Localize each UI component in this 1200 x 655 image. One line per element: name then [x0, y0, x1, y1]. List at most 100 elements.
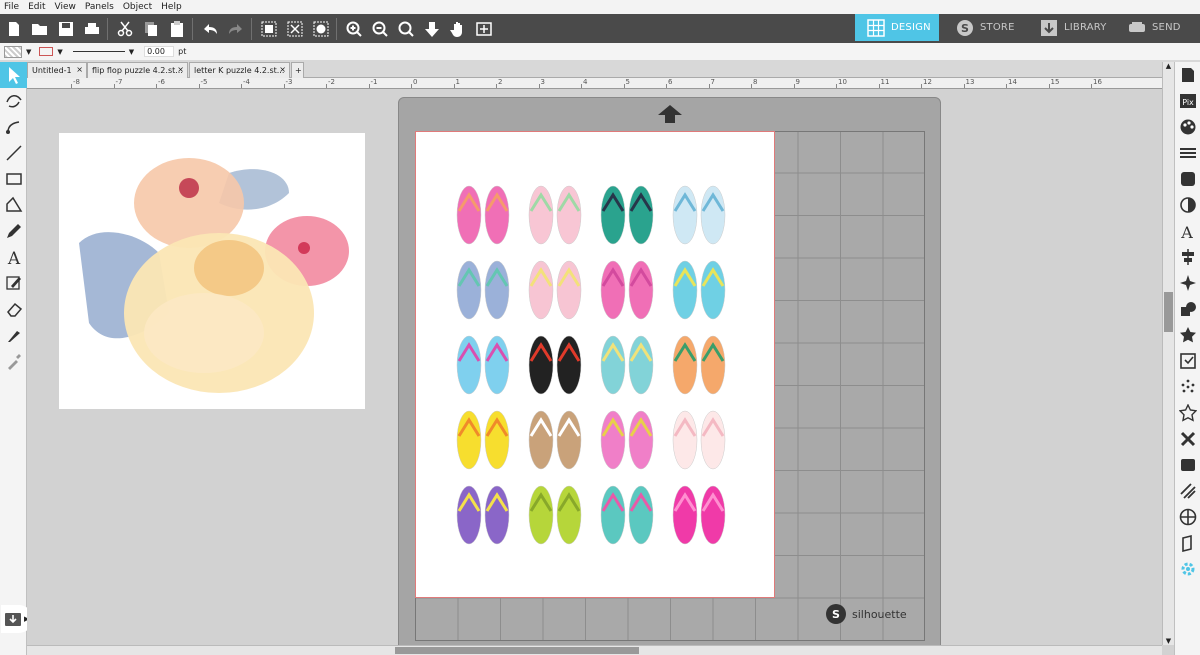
- new-file-icon[interactable]: [1, 17, 26, 41]
- flip-flop-pair[interactable]: [528, 185, 582, 245]
- flip-flop-pair[interactable]: [672, 260, 726, 320]
- menu-file[interactable]: File: [4, 2, 19, 12]
- move-down-icon[interactable]: [419, 17, 444, 41]
- print-icon[interactable]: [79, 17, 104, 41]
- flip-flop-pair[interactable]: [528, 260, 582, 320]
- line-width-input[interactable]: 0.00: [144, 46, 175, 57]
- page-setup-icon[interactable]: [1175, 62, 1200, 88]
- new-tab-button[interactable]: +: [291, 62, 304, 78]
- close-icon[interactable]: ×: [177, 65, 184, 74]
- flip-flop-pair[interactable]: [600, 185, 654, 245]
- knife-tool-icon[interactable]: [0, 322, 27, 348]
- zoom-select-icon[interactable]: [393, 17, 418, 41]
- copy-icon[interactable]: [138, 17, 163, 41]
- 3d-box-icon[interactable]: [1175, 530, 1200, 556]
- chevron-down-icon[interactable]: ▼: [26, 48, 31, 56]
- nest-icon[interactable]: [1175, 426, 1200, 452]
- group-icon[interactable]: [256, 17, 281, 41]
- flip-flop-pair[interactable]: [456, 185, 510, 245]
- flip-flop-pair[interactable]: [600, 485, 654, 545]
- undo-icon[interactable]: [197, 17, 222, 41]
- flip-flop-pair[interactable]: [528, 410, 582, 470]
- menu-edit[interactable]: Edit: [28, 2, 45, 12]
- menu-help[interactable]: Help: [161, 2, 182, 12]
- paste-icon[interactable]: [164, 17, 189, 41]
- polygon-tool-icon[interactable]: [0, 192, 27, 218]
- warp-icon[interactable]: [1175, 504, 1200, 530]
- zoom-in-icon[interactable]: [341, 17, 366, 41]
- menu-panels[interactable]: Panels: [85, 2, 114, 12]
- pencil-tool-icon[interactable]: [0, 218, 27, 244]
- flip-flop-pair[interactable]: [528, 335, 582, 395]
- fit-page-icon[interactable]: [471, 17, 496, 41]
- library-star-icon[interactable]: [1175, 400, 1200, 426]
- modify-icon[interactable]: [1175, 296, 1200, 322]
- offset-icon[interactable]: [1175, 322, 1200, 348]
- rectangle-tool-icon[interactable]: [0, 166, 27, 192]
- cut-icon[interactable]: [112, 17, 137, 41]
- flip-flop-pair[interactable]: [456, 485, 510, 545]
- fill-pattern-icon[interactable]: [1175, 166, 1200, 192]
- flip-flop-pair[interactable]: [456, 260, 510, 320]
- chevron-down-icon[interactable]: ▼: [57, 48, 62, 56]
- pan-hand-icon[interactable]: [445, 17, 470, 41]
- save-icon[interactable]: [53, 17, 78, 41]
- close-icon[interactable]: ×: [76, 65, 83, 74]
- scroll-thumb[interactable]: [1164, 292, 1173, 332]
- tab-untitled[interactable]: Untitled-1 ×: [27, 62, 87, 78]
- hatch-icon[interactable]: [1175, 478, 1200, 504]
- ungroup-icon[interactable]: [282, 17, 307, 41]
- flip-flop-pair[interactable]: [456, 335, 510, 395]
- scroll-up-icon[interactable]: ▲: [1163, 62, 1174, 70]
- point-edit-icon[interactable]: [0, 88, 27, 114]
- draw-tool-icon[interactable]: [0, 270, 27, 296]
- tab-flip-flop[interactable]: flip flop puzzle 4.2.st... ×: [87, 62, 188, 78]
- zoom-out-icon[interactable]: [367, 17, 392, 41]
- line-tool-icon[interactable]: [0, 140, 27, 166]
- text-tool-icon[interactable]: A: [0, 244, 27, 270]
- tab-design[interactable]: DESIGN: [855, 14, 939, 41]
- settings-gear-icon[interactable]: [1175, 556, 1200, 582]
- vertical-scrollbar[interactable]: ▲ ▼: [1162, 62, 1174, 645]
- flower-artwork[interactable]: [59, 133, 365, 409]
- sketch-icon[interactable]: [1175, 374, 1200, 400]
- line-color-swatch[interactable]: [39, 47, 54, 56]
- flip-flop-pair[interactable]: [672, 335, 726, 395]
- tab-send[interactable]: SEND: [1128, 14, 1200, 41]
- fill-pattern-swatch[interactable]: [4, 45, 22, 58]
- flip-flop-pair[interactable]: [672, 185, 726, 245]
- flip-flop-pair[interactable]: [456, 410, 510, 470]
- flip-flop-pair[interactable]: [600, 260, 654, 320]
- open-folder-icon[interactable]: [27, 17, 52, 41]
- line-style-preview[interactable]: [72, 51, 125, 52]
- menu-view[interactable]: View: [55, 2, 76, 12]
- align-icon[interactable]: [1175, 244, 1200, 270]
- flip-flop-pair[interactable]: [672, 485, 726, 545]
- transparency-icon[interactable]: [1175, 192, 1200, 218]
- horizontal-scrollbar[interactable]: [27, 645, 1162, 655]
- trace-icon[interactable]: [1175, 348, 1200, 374]
- fill-palette-icon[interactable]: [308, 17, 333, 41]
- tab-library[interactable]: LIBRARY: [1040, 14, 1122, 41]
- flip-flop-pair[interactable]: [600, 410, 654, 470]
- menu-object[interactable]: Object: [123, 2, 152, 12]
- select-tool-icon[interactable]: [0, 62, 27, 88]
- tab-store[interactable]: S STORE: [956, 14, 1031, 41]
- flip-flop-pair[interactable]: [528, 485, 582, 545]
- flip-flop-pair[interactable]: [672, 410, 726, 470]
- flip-flop-pair[interactable]: [600, 335, 654, 395]
- eyedropper-tool-icon[interactable]: [0, 348, 27, 374]
- scroll-down-icon[interactable]: ▼: [1163, 637, 1174, 645]
- tab-letter-k[interactable]: letter K puzzle 4.2.st... ×: [189, 62, 290, 78]
- text-style-icon[interactable]: A: [1175, 218, 1200, 244]
- pixscan-icon[interactable]: Pix: [1175, 88, 1200, 114]
- replicate-icon[interactable]: [1175, 270, 1200, 296]
- design-store-icon[interactable]: [1175, 452, 1200, 478]
- scroll-thumb[interactable]: [395, 647, 639, 654]
- curve-tool-icon[interactable]: [0, 114, 27, 140]
- chevron-down-icon[interactable]: ▼: [129, 48, 134, 56]
- eraser-tool-icon[interactable]: [0, 296, 27, 322]
- close-icon[interactable]: ×: [279, 65, 286, 74]
- fill-color-icon[interactable]: [1175, 114, 1200, 140]
- redo-icon[interactable]: [223, 17, 248, 41]
